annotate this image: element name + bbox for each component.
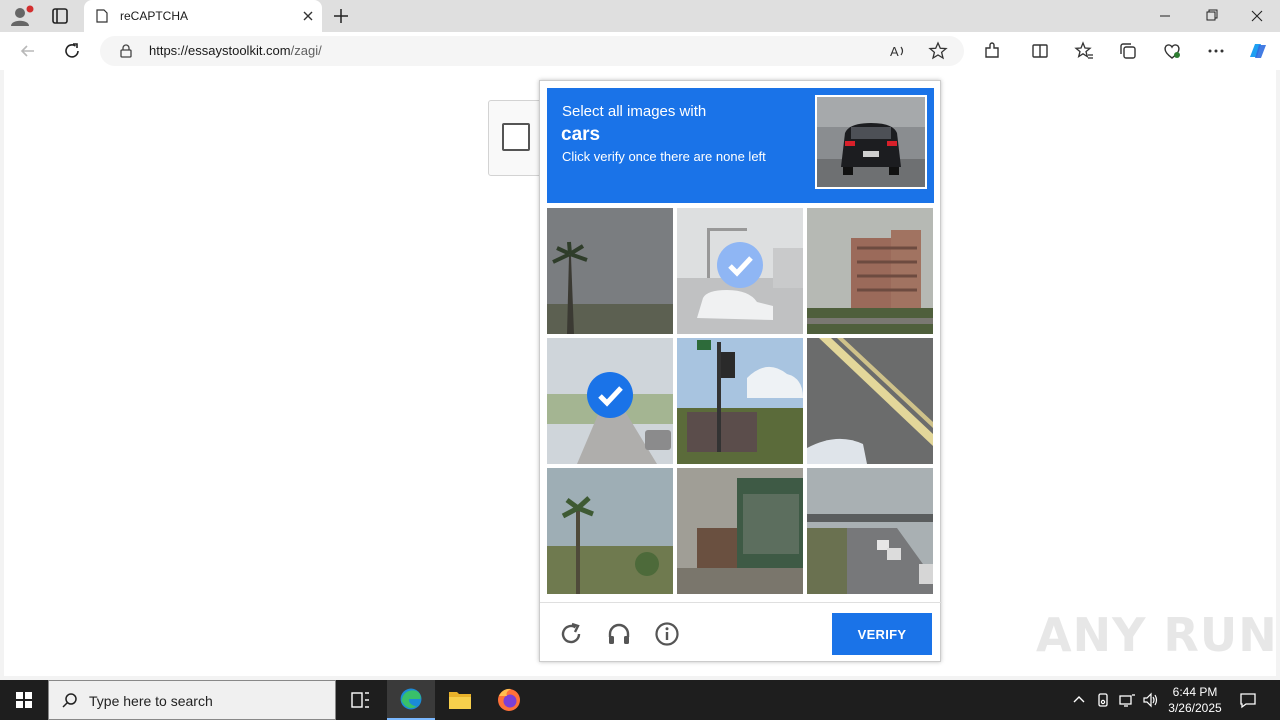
- recaptcha-challenge: Select all images with cars Click verify…: [539, 80, 942, 662]
- copilot-icon[interactable]: [1246, 39, 1270, 63]
- address-bar[interactable]: https://essaystoolkit.com/zagi/: [100, 36, 964, 66]
- browser-essentials-icon[interactable]: [1162, 41, 1182, 61]
- audio-icon[interactable]: [606, 621, 632, 647]
- minimize-icon[interactable]: [1142, 0, 1188, 32]
- system-clock[interactable]: 6:44 PM 3/26/2025: [1160, 684, 1230, 716]
- tab-title: reCAPTCHA: [120, 9, 189, 23]
- tile-image: [807, 338, 933, 464]
- instruction-subtext: Click verify once there are none left: [562, 149, 766, 164]
- grid-tile[interactable]: [547, 338, 673, 464]
- selected-check-icon: [717, 242, 763, 288]
- more-options-icon[interactable]: [1206, 41, 1226, 61]
- search-icon: [62, 693, 77, 708]
- verify-button[interactable]: VERIFY: [832, 613, 932, 655]
- close-window-icon[interactable]: [1234, 0, 1280, 32]
- browser-tab-strip: reCAPTCHA: [0, 0, 1280, 32]
- favorite-star-icon[interactable]: [928, 41, 948, 61]
- volume-icon[interactable]: [1142, 691, 1160, 709]
- recaptcha-anchor: [488, 100, 544, 176]
- url-path: /zagi/: [290, 43, 322, 58]
- image-grid: [547, 208, 935, 596]
- clock-date: 3/26/2025: [1168, 701, 1222, 715]
- browser-toolbar: https://essaystoolkit.com/zagi/ A: [0, 32, 1280, 70]
- tile-image: [547, 208, 673, 334]
- network-icon[interactable]: [1118, 691, 1136, 709]
- refresh-icon[interactable]: [62, 41, 82, 61]
- grid-tile[interactable]: [807, 338, 933, 464]
- clock-time: 6:44 PM: [1172, 685, 1218, 699]
- task-view-icon[interactable]: [336, 680, 384, 720]
- collections-icon[interactable]: [1118, 41, 1138, 61]
- notifications-icon[interactable]: [1238, 690, 1258, 710]
- challenge-footer: VERIFY: [540, 602, 942, 662]
- page-icon: [96, 9, 108, 23]
- search-placeholder: Type here to search: [89, 693, 213, 709]
- tile-image: [807, 208, 933, 334]
- reload-icon[interactable]: [558, 621, 584, 647]
- windows-start-icon[interactable]: [0, 680, 48, 720]
- tile-image: [807, 468, 933, 594]
- tile-image: [677, 338, 803, 464]
- url-host: https://essaystoolkit.com: [149, 43, 291, 58]
- tab-actions-icon[interactable]: [50, 6, 70, 26]
- tile-image: [677, 468, 803, 594]
- recaptcha-checkbox[interactable]: [502, 123, 530, 151]
- split-screen-icon[interactable]: [1030, 41, 1050, 61]
- instruction-text: Select all images with: [562, 103, 707, 120]
- restore-icon[interactable]: [1188, 0, 1234, 32]
- info-icon[interactable]: [654, 621, 680, 647]
- target-keyword: cars: [561, 124, 601, 145]
- grid-tile[interactable]: [547, 208, 673, 334]
- lock-icon[interactable]: [120, 44, 132, 58]
- read-aloud-icon[interactable]: A: [888, 41, 908, 61]
- svg-text:A: A: [890, 44, 899, 59]
- grid-tile[interactable]: [677, 338, 803, 464]
- sample-car-image: [815, 95, 927, 189]
- grid-tile[interactable]: [807, 468, 933, 594]
- close-tab-icon[interactable]: [300, 8, 316, 24]
- taskbar-search[interactable]: Type here to search: [48, 680, 336, 720]
- new-tab-icon[interactable]: [332, 7, 350, 25]
- device-icon[interactable]: [1094, 691, 1112, 709]
- tile-image: [547, 468, 673, 594]
- firefox-icon[interactable]: [485, 680, 533, 720]
- favorites-icon[interactable]: [1074, 41, 1094, 61]
- extensions-icon[interactable]: [982, 41, 1002, 61]
- file-explorer-icon[interactable]: [436, 680, 484, 720]
- back-icon[interactable]: [18, 41, 38, 61]
- challenge-header: Select all images with cars Click verify…: [547, 88, 934, 203]
- edge-browser-icon[interactable]: [387, 680, 435, 720]
- url-text[interactable]: https://essaystoolkit.com/zagi/: [149, 43, 322, 58]
- selected-check-icon: [587, 372, 633, 418]
- grid-tile[interactable]: [677, 208, 803, 334]
- show-hidden-icons-icon[interactable]: [1070, 691, 1088, 709]
- taskbar: Type here to search 6:44 PM 3/26/2025: [0, 680, 1280, 720]
- profile-icon[interactable]: [8, 4, 36, 28]
- active-tab[interactable]: reCAPTCHA: [84, 0, 322, 32]
- watermark: ANY RUN: [1036, 608, 1278, 662]
- grid-tile[interactable]: [677, 468, 803, 594]
- grid-tile[interactable]: [547, 468, 673, 594]
- grid-tile[interactable]: [807, 208, 933, 334]
